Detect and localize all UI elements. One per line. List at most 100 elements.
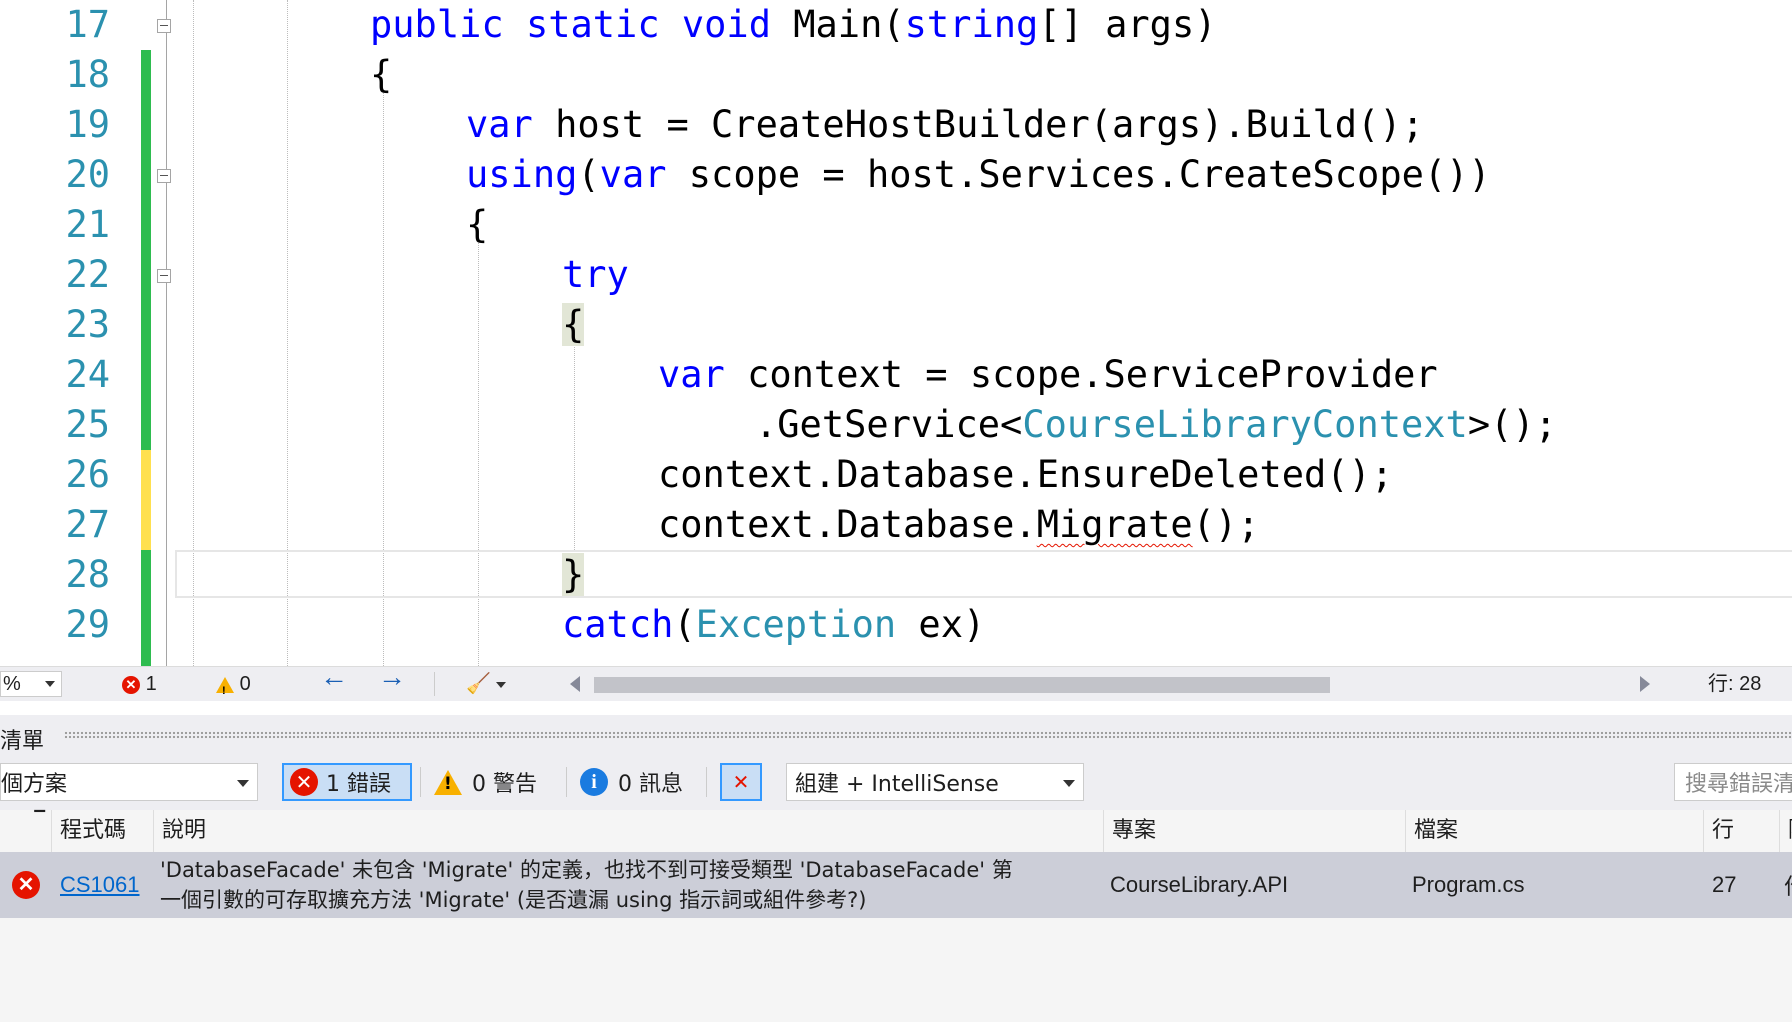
code-line-26[interactable]: context.Database.EnsureDeleted();	[658, 450, 1393, 500]
code-text: {	[466, 203, 489, 246]
scope-value: 個方案	[1, 772, 68, 797]
brace-match-highlight: }	[562, 553, 585, 596]
code-text: [] args)	[1038, 3, 1217, 46]
keyword: var	[658, 353, 725, 396]
filter-toggle-button[interactable]: ✕	[720, 763, 762, 801]
code-line-28[interactable]: }	[562, 550, 585, 600]
collapse-icon[interactable]	[157, 269, 171, 283]
code-text: context = scope.ServiceProvider	[724, 353, 1438, 396]
code-text: >();	[1467, 403, 1557, 446]
line-number: 19	[65, 103, 110, 146]
scroll-left-icon[interactable]	[570, 676, 580, 692]
collapse-icon[interactable]	[157, 169, 171, 183]
code-line-23[interactable]: {	[562, 300, 585, 350]
type-name: CourseLibraryContext	[1022, 403, 1468, 446]
code-text: scope = host.Services.CreateScope())	[666, 153, 1491, 196]
code-text: context.Database.EnsureDeleted();	[658, 453, 1394, 496]
row-project-cell: CourseLibrary.API	[1110, 872, 1289, 897]
type-name: Exception	[695, 603, 897, 646]
code-line-17[interactable]: public static void Main(string[] args)	[370, 0, 1217, 50]
indent-guide	[478, 240, 479, 666]
chevron-down-icon	[237, 780, 249, 787]
code-line-29[interactable]: catch(Exception ex)	[562, 600, 985, 650]
separator	[434, 672, 435, 696]
line-number: 23	[65, 303, 110, 346]
arrow-left-icon[interactable]: ←	[320, 663, 348, 691]
error-code-link[interactable]: CS1061	[60, 872, 140, 898]
row-code-cell: CS1061	[60, 852, 154, 918]
error-list-toolbar: 個方案 ✕ 1 錯誤 0 警告 i 0 訊息 ✕ 組建 + IntelliSen…	[0, 755, 1792, 810]
zoom-dropdown[interactable]: %	[0, 671, 62, 697]
editor-status-bar: % ✕ 1 0 ← → 🧹 行: 28	[0, 663, 1792, 703]
panel-title: 清單	[0, 729, 45, 754]
error-count-indicator[interactable]: ✕ 1	[122, 672, 157, 696]
warning-count-indicator[interactable]: 0	[216, 672, 251, 703]
line-number: 22	[65, 253, 110, 296]
change-indicator-unsaved	[141, 450, 151, 550]
code-cleanup-button[interactable]: 🧹	[466, 672, 507, 696]
line-number: 25	[65, 403, 110, 446]
code-line-21[interactable]: {	[466, 200, 488, 250]
separator	[420, 767, 421, 797]
code-line-25[interactable]: .GetService<CourseLibraryContext>();	[755, 400, 1557, 450]
keyword: var	[599, 153, 667, 196]
line-number: 18	[65, 53, 110, 96]
line-number: 29	[65, 603, 110, 646]
arrow-right-icon[interactable]: →	[378, 663, 406, 691]
column-header-file[interactable]: 檔案	[1406, 810, 1704, 852]
column-header-description[interactable]: 說明	[154, 810, 1104, 852]
zoom-value: %	[3, 673, 21, 695]
code-text: ex)	[896, 603, 986, 646]
description-line: 'DatabaseFacade' 未包含 'Migrate' 的定義，也找不到可…	[160, 858, 1013, 882]
code-line-18[interactable]: {	[370, 50, 392, 100]
error-list-title-bar[interactable]: 清單	[0, 715, 1792, 755]
search-placeholder: 搜尋錯誤清	[1685, 772, 1792, 797]
column-header-project[interactable]: 專案	[1104, 810, 1406, 852]
chevron-down-icon	[496, 681, 507, 688]
code-text: ();	[1192, 503, 1260, 546]
column-header-suppression[interactable]: 隱	[1780, 810, 1792, 852]
warning-icon	[434, 769, 462, 795]
indent-guide	[574, 340, 575, 560]
errors-toggle-label: 1 錯誤	[326, 772, 391, 797]
keyword: var	[466, 103, 533, 146]
keyword: static	[525, 3, 660, 46]
scope-dropdown[interactable]: 個方案	[0, 763, 258, 801]
drag-grip[interactable]	[64, 731, 1792, 739]
table-row[interactable]: ✕ CS1061 'DatabaseFacade' 未包含 'Migrate' …	[0, 852, 1792, 918]
errors-filter-toggle[interactable]: ✕ 1 錯誤	[282, 763, 412, 801]
messages-filter-toggle[interactable]: i 0 訊息	[580, 763, 710, 801]
search-error-list-input[interactable]: 搜尋錯誤清	[1674, 763, 1792, 801]
code-line-27[interactable]: context.Database.Migrate();	[658, 500, 1259, 550]
warnings-filter-toggle[interactable]: 0 警告	[434, 763, 564, 801]
build-source-dropdown[interactable]: 組建 + IntelliSense	[786, 763, 1084, 801]
collapse-icon[interactable]	[157, 19, 171, 33]
code-line-20[interactable]: using(var scope = host.Services.CreateSc…	[466, 150, 1491, 200]
line-number: 21	[65, 203, 110, 246]
code-line-22[interactable]: try	[562, 250, 629, 300]
row-line-cell: 27	[1712, 872, 1737, 897]
separator	[706, 767, 707, 797]
column-header-line[interactable]: 行	[1704, 810, 1780, 852]
scrollbar-thumb[interactable]	[594, 677, 1330, 693]
horizontal-scrollbar[interactable]	[570, 673, 1650, 695]
keyword: catch	[562, 603, 674, 646]
outlining-margin	[166, 0, 167, 666]
keyword: void	[681, 3, 771, 46]
row-suppression-cell: 作	[1784, 852, 1792, 918]
column-header-icon[interactable]: ▔	[0, 810, 52, 852]
scroll-right-icon[interactable]	[1640, 676, 1650, 692]
line-number: 20	[65, 153, 110, 196]
brace-match-highlight: {	[562, 303, 585, 346]
error-squiggle[interactable]: Migrate	[1037, 503, 1193, 546]
code-line-19[interactable]: var host = CreateHostBuilder(args).Build…	[466, 100, 1424, 150]
code-text: context.Database.	[658, 503, 1037, 546]
filter-clear-icon: ✕	[732, 770, 750, 794]
column-header-code[interactable]: 程式碼	[52, 810, 154, 852]
code-line-24[interactable]: var context = scope.ServiceProvider	[658, 350, 1438, 400]
line-number: 17	[65, 3, 110, 46]
error-icon: ✕	[290, 768, 318, 796]
error-list-empty-area	[0, 918, 1792, 1022]
line-number: 26	[65, 453, 110, 496]
code-editor[interactable]: 17 18 19 20 21 22 23 24 25 26 27 28 29 p…	[0, 0, 1792, 666]
